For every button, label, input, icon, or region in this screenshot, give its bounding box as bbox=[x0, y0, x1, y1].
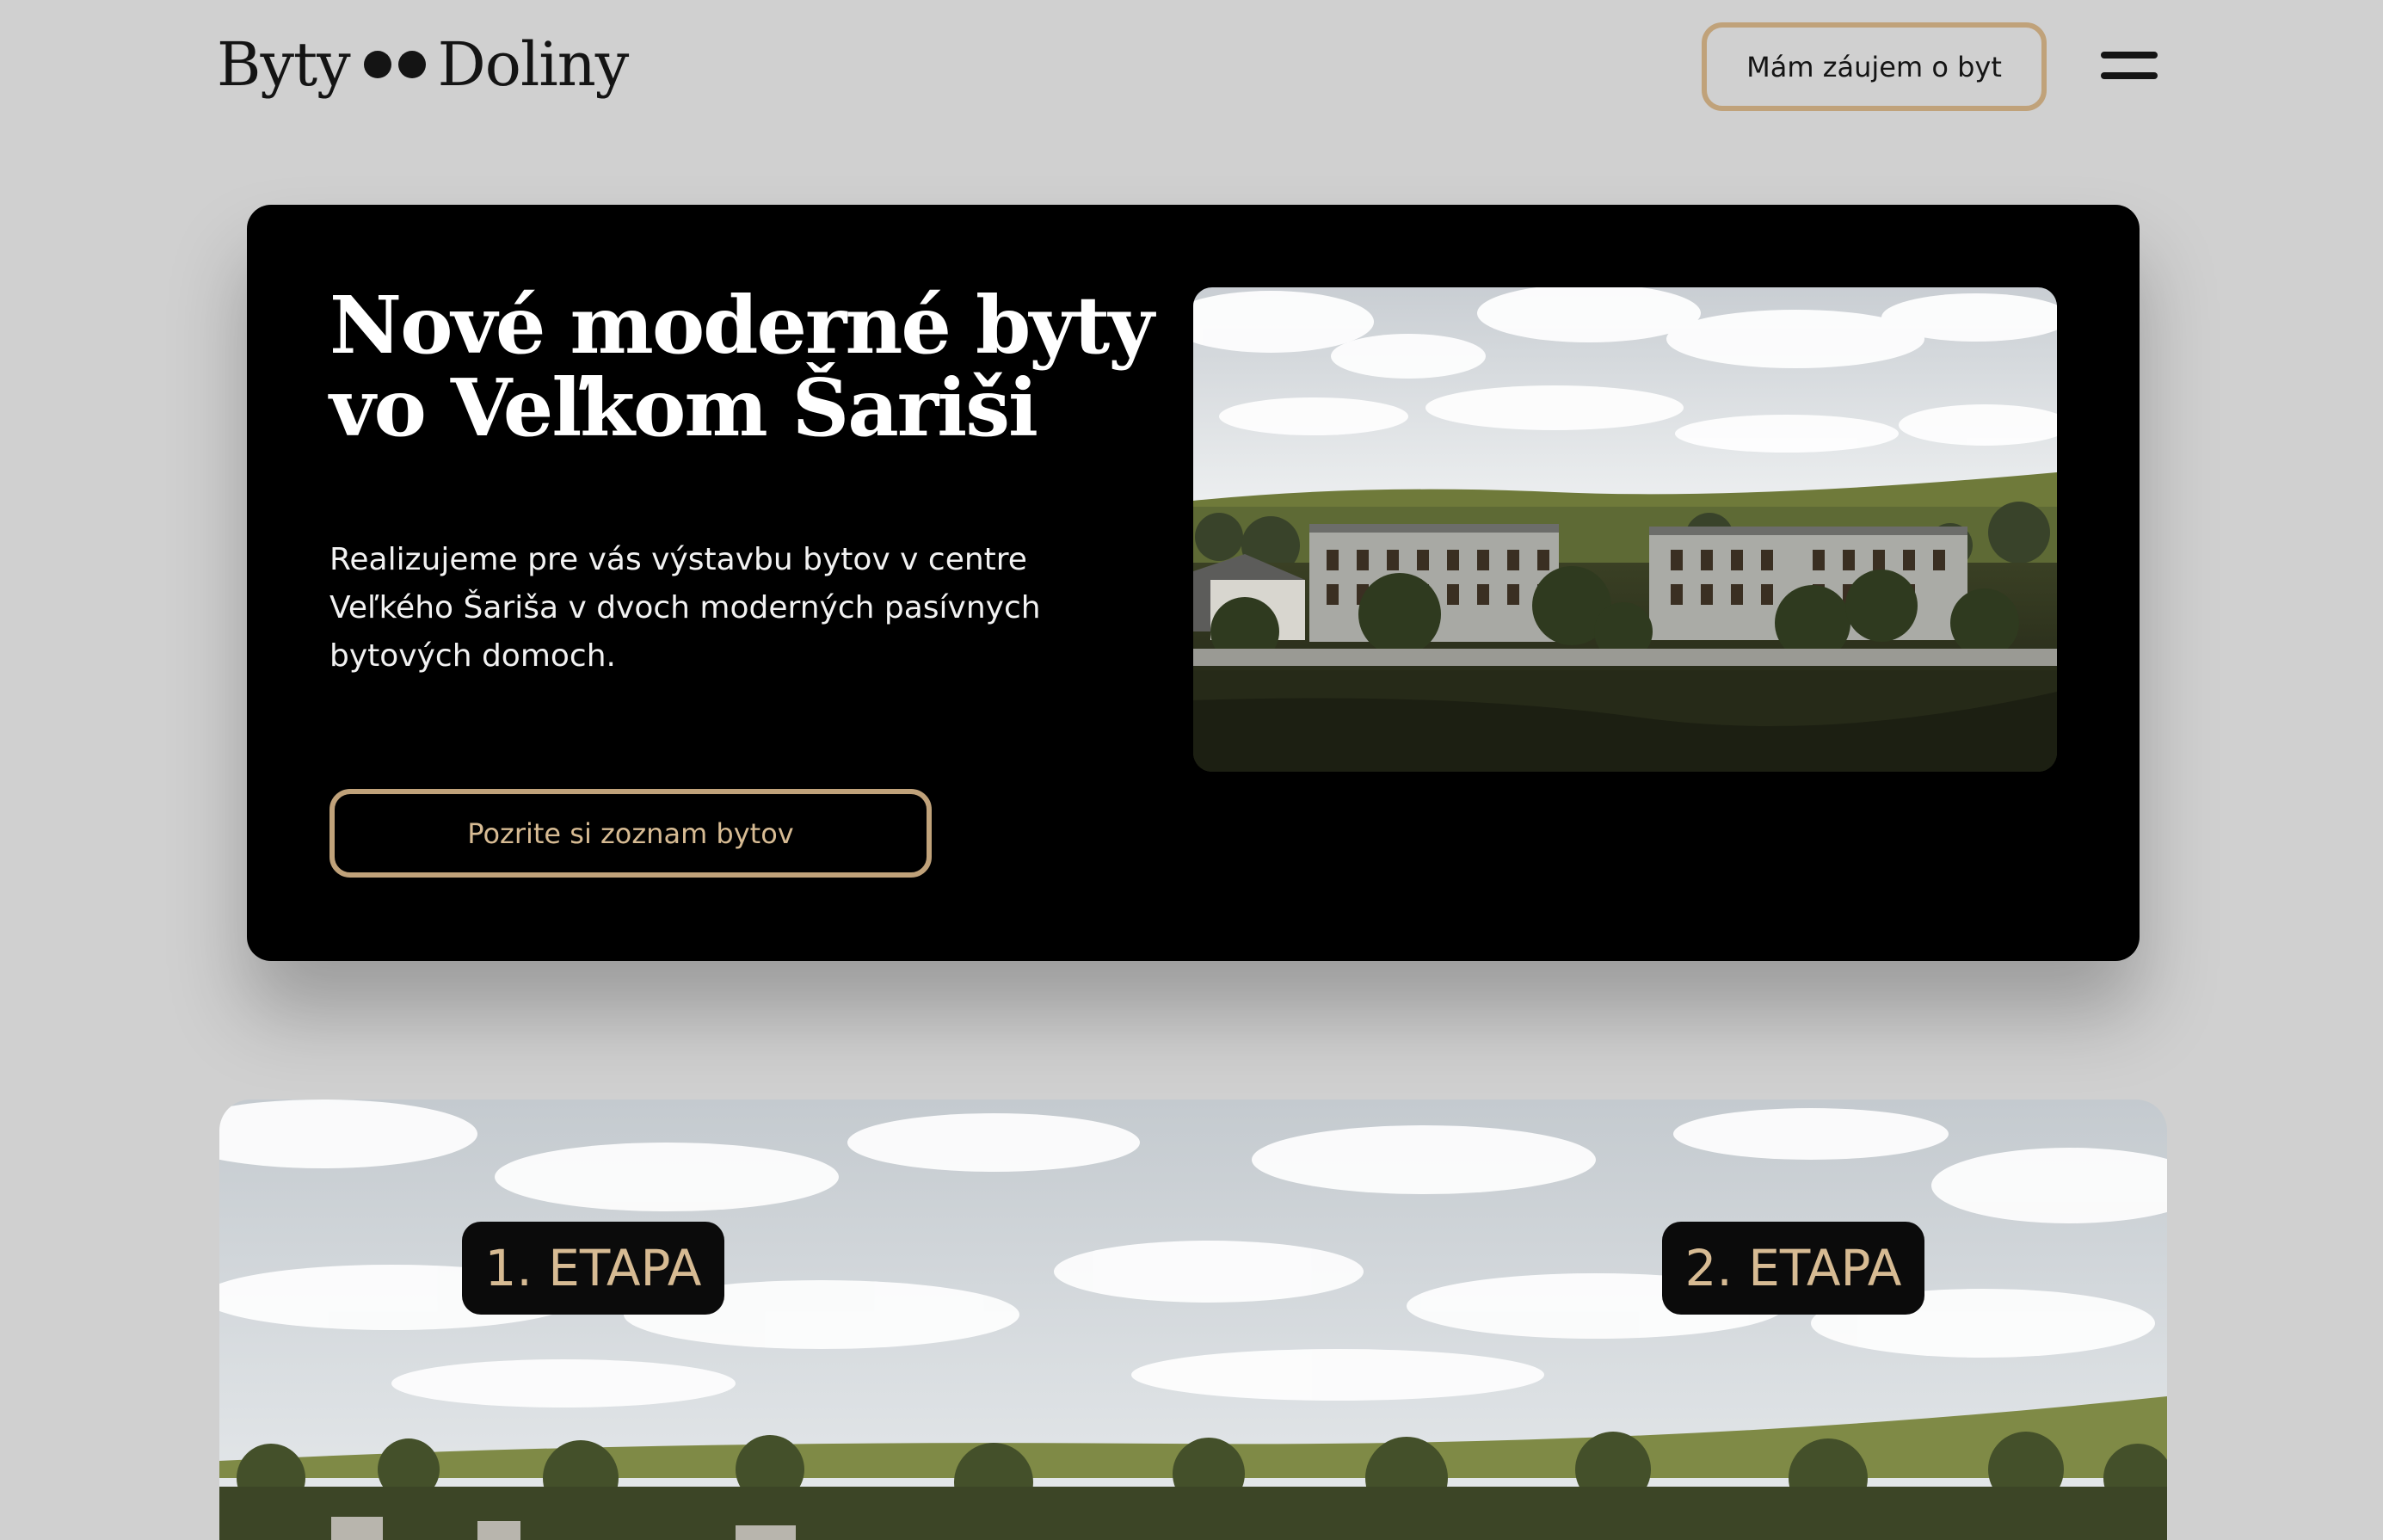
stage-2-badge[interactable]: 2. ETAPA bbox=[1662, 1222, 1924, 1315]
hero-description-line-1: Realizujeme pre vás výstavbu bytov v cen… bbox=[329, 542, 1027, 577]
stage-1-badge[interactable]: 1. ETAPA bbox=[462, 1222, 724, 1315]
hero-card: Nové moderné byty vo Veľkom Šariši Reali… bbox=[247, 205, 2140, 961]
logo-word-byty: Byty bbox=[217, 29, 351, 100]
hero-building-photo bbox=[1193, 287, 2057, 772]
hero-title: Nové moderné byty vo Veľkom Šariši bbox=[329, 279, 1155, 454]
site-header: Byty Doliny Mám záujem o byt bbox=[0, 0, 2383, 138]
hero-description-line-2: Veľkého Šariša v dvoch moderných pasívny… bbox=[329, 590, 1041, 625]
logo-dots-icon bbox=[363, 51, 426, 78]
hero-title-line-1: Nové moderné byty bbox=[329, 279, 1155, 372]
hero-description: Realizujeme pre vás výstavbu bytov v cen… bbox=[329, 536, 1052, 681]
apartment-list-button[interactable]: Pozrite si zoznam bytov bbox=[329, 789, 932, 878]
hamburger-menu-icon[interactable] bbox=[2101, 46, 2161, 86]
stages-panorama: 1. ETAPA 2. ETAPA bbox=[219, 1100, 2167, 1540]
hero-description-line-3: bytových domoch. bbox=[329, 638, 616, 674]
logo[interactable]: Byty Doliny bbox=[217, 26, 630, 103]
logo-word-doliny: Doliny bbox=[437, 29, 630, 100]
panorama-photo bbox=[219, 1100, 2167, 1540]
interest-button[interactable]: Mám záujem o byt bbox=[1702, 22, 2047, 111]
hero-title-line-2: vo Veľkom Šariši bbox=[329, 361, 1038, 454]
